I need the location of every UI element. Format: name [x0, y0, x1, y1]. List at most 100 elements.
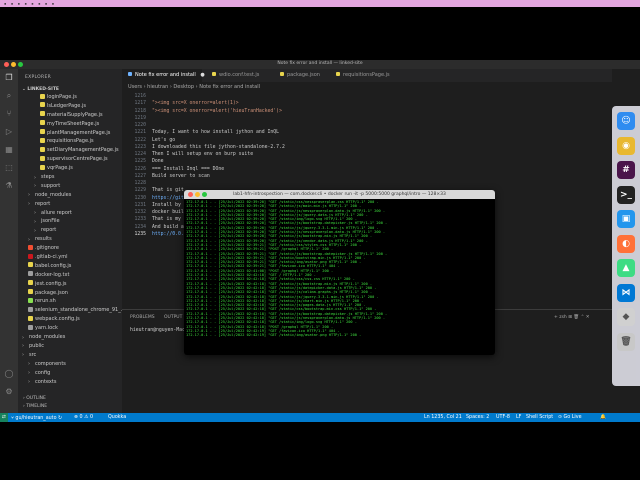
tab-note-fix-error[interactable]: Note fix error and install ● — [122, 69, 205, 82]
problems-count[interactable]: ⊗ 0 ⚠ 0 — [74, 415, 93, 420]
file-tree-item[interactable]: › node_modules — [18, 191, 122, 200]
file-tree-item[interactable]: package.json — [18, 289, 122, 298]
source-control-icon[interactable]: ⑂ — [4, 109, 14, 119]
file-tree-item[interactable]: requisitionsPage.js — [18, 137, 122, 146]
explorer-root-folder[interactable]: ⌄ LINKED-SITE — [22, 87, 59, 92]
sync-icon[interactable]: ↻ — [58, 416, 62, 421]
file-tree-item[interactable]: webpack.config.js — [18, 315, 122, 324]
file-tree-item[interactable]: vqrPage.js — [18, 164, 122, 173]
file-tree-item[interactable]: myTimeSheetPage.js — [18, 120, 122, 129]
terminal-output[interactable]: 172.17.0.1 - - [25/Jul/2022 02:39:20] "G… — [186, 200, 493, 338]
file-tree-item[interactable]: yarn.lock — [18, 324, 122, 333]
file-tree-item[interactable]: › src — [18, 351, 122, 360]
language-mode[interactable]: Shell Script — [526, 415, 553, 420]
go-live-button[interactable]: ⊙ Go Live — [558, 415, 582, 420]
file-tree-item[interactable]: materialSupplyPage.js — [18, 111, 122, 120]
quokka-extension[interactable]: Quokka — [108, 415, 126, 420]
trash-icon[interactable]: 🗑 — [573, 315, 580, 320]
misc-app-icon[interactable]: ◆ — [617, 308, 635, 326]
code-line[interactable] — [152, 180, 285, 187]
file-tree-item[interactable]: › support — [18, 182, 122, 191]
remote-icon[interactable]: ⬚ — [4, 163, 14, 173]
file-tree-item[interactable]: › contexts — [18, 378, 122, 387]
file-tree-item[interactable]: selenium_standalone_chrome_91_... — [18, 306, 122, 315]
file-tree-item[interactable]: plantManagementPage.js — [18, 129, 122, 138]
remote-indicator-icon[interactable]: ⇄ — [0, 413, 8, 422]
tab-package-json[interactable]: package.json — [274, 69, 334, 82]
file-tree-item[interactable]: › report — [18, 226, 122, 235]
code-line[interactable]: Let's go — [152, 137, 285, 144]
finder-icon[interactable]: ☺ — [617, 112, 635, 130]
terminal-window[interactable]: lab1-hfn-introspection — com.docker.cli … — [184, 190, 495, 355]
code-line[interactable]: I downloaded this file jython-standalone… — [152, 144, 285, 151]
txt-file-icon — [28, 271, 33, 277]
file-tree-item[interactable]: .gitignore — [18, 244, 122, 253]
file-tree-item[interactable]: › node_modules — [18, 333, 122, 342]
notifications-bell-icon[interactable]: 🔔 — [600, 415, 606, 420]
firefox-icon[interactable]: ◐ — [617, 234, 635, 253]
file-tree-item[interactable]: setDiaryManagementPage.js — [18, 146, 122, 155]
tab-requisitions-page[interactable]: requisitionsPage.js — [330, 69, 410, 82]
tab-wdio-conf[interactable]: wdio.conf.test.js — [206, 69, 276, 82]
file-tree-item[interactable]: › allure report — [18, 209, 122, 218]
slack-icon[interactable]: # — [617, 161, 635, 179]
code-line[interactable]: Build server to scan — [152, 173, 285, 180]
tab-output[interactable]: OUTPUT — [164, 315, 182, 320]
code-line[interactable]: Then I will setup env on burp suite — [152, 151, 285, 158]
code-line[interactable] — [152, 115, 285, 122]
file-tree-item[interactable]: lsLedgerPage.js — [18, 102, 122, 111]
markdown-file-icon — [128, 72, 132, 76]
outline-label: OUTLINE — [26, 396, 46, 401]
file-tree-item[interactable]: rerun.sh — [18, 297, 122, 306]
file-tree-item[interactable]: › results — [18, 235, 122, 244]
code-line[interactable]: Done — [152, 158, 285, 165]
code-line[interactable]: "><img src=X onerror=alert('hieuTranHack… — [152, 108, 285, 115]
terminal-shell-label[interactable]: + zsh ⊞ 🗑 ⌃ ✕ — [554, 315, 590, 320]
yml-file-icon — [28, 253, 33, 259]
vscode-icon[interactable]: ⋈ — [617, 283, 635, 302]
file-tree-item[interactable]: docker-log.txt — [18, 271, 122, 280]
file-tree-item[interactable]: › steps — [18, 173, 122, 182]
code-line[interactable] — [152, 122, 285, 129]
explorer-icon[interactable]: ❐ — [4, 73, 14, 83]
close-icon[interactable]: ✕ — [586, 315, 590, 320]
indentation[interactable]: Spaces: 2 — [466, 415, 489, 420]
file-tree-item[interactable]: › components — [18, 360, 122, 369]
outline-section[interactable]: › OUTLINE — [23, 396, 46, 401]
file-tree-item[interactable]: .gitlab-ci.yml — [18, 253, 122, 262]
breadcrumb[interactable]: Users › hieutran › Desktop › Note fix er… — [128, 84, 260, 90]
timeline-section[interactable]: › TIMELINE — [23, 404, 47, 409]
docker-icon[interactable]: ▣ — [617, 210, 635, 228]
code-line[interactable]: Today, I want to how install jython and … — [152, 129, 285, 136]
terminal-icon[interactable]: >_ — [617, 185, 635, 204]
file-tree-item[interactable]: loginPage.js — [18, 93, 122, 102]
file-tree-item[interactable]: › report — [18, 200, 122, 209]
account-icon[interactable]: ◯ — [4, 369, 14, 379]
extensions-icon[interactable]: ▦ — [4, 145, 14, 155]
terminal-prompt[interactable]: hieutran@nguyen-Mac — [130, 328, 185, 333]
code-line[interactable]: === Install Inql === DOne — [152, 166, 285, 173]
tab-problems[interactable]: PROBLEMS — [130, 315, 155, 320]
chrome-icon[interactable]: ◉ — [617, 136, 635, 155]
file-tree-item[interactable]: › config — [18, 369, 122, 378]
terminal-title-bar[interactable]: lab1-hfn-introspection — com.docker.cli … — [184, 190, 495, 199]
end-of-line[interactable]: LF — [516, 415, 521, 420]
file-tree-item[interactable]: supervisorCentrePage.js — [18, 155, 122, 164]
code-line[interactable] — [152, 93, 285, 100]
trash-icon[interactable]: 🗑 — [617, 332, 635, 351]
code-line[interactable]: "><img src=X onerror=alert(1)> — [152, 100, 285, 107]
unsaved-dot-icon[interactable]: ● — [200, 72, 204, 78]
settings-gear-icon[interactable]: ⚙ — [4, 387, 14, 397]
file-tree-item[interactable]: babel.config.js — [18, 262, 122, 271]
cursor-position[interactable]: Ln 1235, Col 21 — [424, 415, 462, 420]
run-debug-icon[interactable]: ▷ — [4, 127, 14, 137]
file-tree-item[interactable]: › public — [18, 342, 122, 351]
line-number-gutter: 1216 1217 1218 1219 1220 1221 1222 1223 1224 1225… — [122, 93, 146, 238]
testing-icon[interactable]: ⚗ — [4, 181, 14, 191]
search-icon[interactable]: ⌕ — [4, 91, 14, 101]
encoding[interactable]: UTF-8 — [496, 415, 510, 420]
file-tree-item[interactable]: › jsonFile — [18, 217, 122, 226]
file-tree-item[interactable]: jest.config.js — [18, 280, 122, 289]
branch-indicator[interactable]: ⑂ gu/hieutran_auto ↻ — [11, 415, 62, 421]
android-studio-icon[interactable]: ▲ — [617, 259, 635, 277]
